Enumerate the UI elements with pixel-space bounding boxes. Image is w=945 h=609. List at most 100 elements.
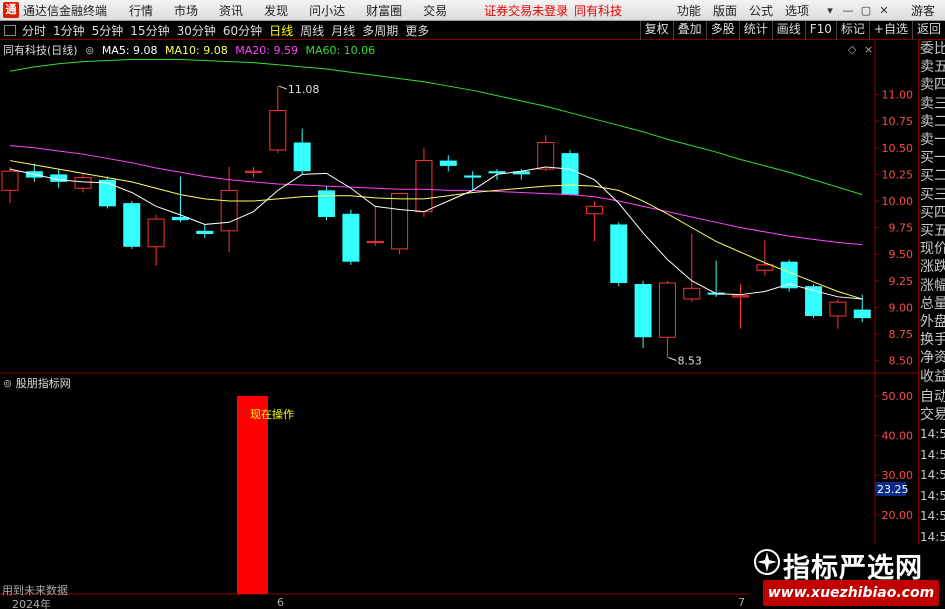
quote-field-14: 总量 bbox=[920, 295, 945, 312]
candle-body-18 bbox=[439, 160, 457, 166]
mark-button[interactable]: 标记 bbox=[835, 20, 869, 40]
tick-time-0: 14:56 bbox=[920, 427, 945, 442]
tab-30min[interactable]: 30分钟 bbox=[177, 22, 216, 39]
add-watchlist-button[interactable]: +自选 bbox=[868, 20, 912, 40]
quote-field-6: 买一 bbox=[920, 150, 945, 167]
time-axis-mark-6: 6 bbox=[277, 596, 284, 609]
quote-field-3: 卖三 bbox=[920, 95, 945, 112]
candle-body-34 bbox=[829, 301, 847, 317]
tab-monthly[interactable]: 月线 bbox=[331, 22, 355, 39]
maximize-icon[interactable]: ▢ bbox=[857, 4, 875, 17]
ind-tick-label-0: 50.00 bbox=[882, 390, 914, 403]
multi-stock-button[interactable]: 多股 bbox=[705, 20, 739, 40]
user-guest[interactable]: 游客 bbox=[911, 2, 935, 19]
candle-body-6 bbox=[147, 218, 165, 248]
back-button[interactable]: 返回 bbox=[911, 20, 945, 40]
quote-panel: 委比卖五卖四卖三卖二卖一买一买二买三买四买五现价涨跌涨幅总量外盘换手净资收益 自… bbox=[918, 40, 945, 609]
quote-field-9: 买四 bbox=[920, 204, 945, 221]
candle-body-35 bbox=[853, 309, 871, 319]
ma60-label: MA60: 10.06 bbox=[305, 44, 376, 57]
quote-field-1: 卖五 bbox=[920, 59, 945, 76]
tick-time-1: 14:56 bbox=[920, 447, 945, 462]
price-tick-label-5: 9.75 bbox=[889, 222, 914, 235]
candle-body-12 bbox=[293, 142, 311, 172]
quote-field-17: 净资 bbox=[920, 350, 945, 367]
quote-field-15: 外盘 bbox=[920, 314, 945, 331]
legend-circle-icon[interactable]: ⊚ bbox=[85, 44, 94, 57]
quote-section2-0[interactable]: 自动 bbox=[919, 388, 945, 406]
tab-more[interactable]: 更多 bbox=[405, 22, 429, 39]
tab-5min[interactable]: 5分钟 bbox=[92, 22, 124, 39]
menu-faxian[interactable]: 发现 bbox=[264, 2, 288, 19]
menu-jiaoyi[interactable]: 交易 bbox=[423, 2, 447, 19]
indicator-legend: ⊚ 股朋指标网 bbox=[3, 375, 71, 391]
quote-field-8: 买三 bbox=[920, 186, 945, 203]
menu-gongneng[interactable]: 功能 bbox=[677, 2, 701, 19]
close-icon[interactable]: ✕ bbox=[875, 4, 893, 17]
tab-weekly[interactable]: 周线 bbox=[300, 22, 324, 39]
menu-gongshi[interactable]: 公式 bbox=[749, 2, 773, 19]
layout-toggle-icon[interactable] bbox=[4, 24, 16, 36]
menu-bar: 通 通达信金融终端 行情 市场 资讯 发现 问小达 财富圈 交易 证券交易未登录… bbox=[0, 0, 945, 21]
minimize-icon[interactable]: — bbox=[839, 4, 857, 17]
draw-line-button[interactable]: 画线 bbox=[771, 20, 805, 40]
candle-body-23 bbox=[561, 153, 579, 195]
candle-body-0 bbox=[1, 170, 19, 191]
chart-close-icon: × bbox=[864, 43, 873, 56]
ind-tick-label-1: 40.00 bbox=[882, 430, 914, 443]
tab-60min[interactable]: 60分钟 bbox=[223, 22, 262, 39]
dropdown-icon[interactable]: ▾ bbox=[821, 4, 839, 17]
tab-15min[interactable]: 15分钟 bbox=[130, 22, 169, 39]
candle-body-30 bbox=[732, 295, 749, 298]
ma-legend: 同有科技(日线) ⊚ MA5: 9.08 MA10: 9.08 MA20: 9.… bbox=[3, 42, 379, 58]
price-tick-label-7: 9.25 bbox=[889, 275, 914, 288]
menu-caifuquan[interactable]: 财富圈 bbox=[366, 2, 402, 19]
tab-1min[interactable]: 1分钟 bbox=[53, 22, 85, 39]
menu-xuanxiang[interactable]: 选项 bbox=[785, 2, 809, 19]
kline-chart[interactable]: ◇ × 11.00 10.75 10.50 10.25 10.00 9.75 9.50 9.25… bbox=[0, 40, 918, 609]
menu-zixun[interactable]: 资讯 bbox=[219, 2, 243, 19]
price-tick-label-1: 10.75 bbox=[882, 115, 914, 128]
price-tick-label-4: 10.00 bbox=[882, 195, 914, 208]
low-annotation-arrow bbox=[668, 357, 677, 361]
signal-text: 现在操作 bbox=[250, 407, 294, 421]
low-annotation-label: 8.53 bbox=[677, 354, 702, 367]
watermark-emblem-icon bbox=[754, 549, 780, 575]
quote-field-0: 委比 bbox=[920, 41, 945, 57]
candle-body-9 bbox=[220, 189, 238, 232]
tick-time-2: 14:56 bbox=[920, 468, 945, 483]
candle-body-25 bbox=[610, 224, 628, 283]
overlay-button[interactable]: 叠加 bbox=[672, 20, 706, 40]
stats-button[interactable]: 统计 bbox=[738, 20, 772, 40]
menu-wenxiaoda[interactable]: 问小达 bbox=[309, 2, 345, 19]
quote-section2-1[interactable]: 交易 bbox=[919, 406, 945, 424]
menu-banmian[interactable]: 版面 bbox=[713, 2, 737, 19]
fuquan-button[interactable]: 复权 bbox=[639, 20, 673, 40]
chart-settings-icon: ◇ bbox=[848, 43, 857, 56]
indicator-circle-icon[interactable]: ⊚ bbox=[3, 377, 12, 390]
tab-fenshi[interactable]: 分时 bbox=[22, 22, 46, 39]
tick-time-3: 14:56 bbox=[920, 488, 945, 503]
price-tick-label-0: 11.00 bbox=[882, 89, 914, 102]
high-annotation-label: 11.08 bbox=[288, 83, 320, 96]
candle-body-19 bbox=[464, 175, 482, 178]
ma5-label: MA5: 9.08 bbox=[101, 44, 158, 57]
quote-field-4: 卖二 bbox=[920, 113, 945, 130]
tab-multi-period[interactable]: 多周期 bbox=[362, 22, 398, 39]
high-annotation-arrow bbox=[278, 85, 288, 90]
price-tick-label-10: 8.50 bbox=[889, 355, 914, 368]
quote-field-11: 现价 bbox=[920, 241, 945, 258]
quote-field-13: 涨幅 bbox=[920, 277, 945, 294]
menu-shichang[interactable]: 市场 bbox=[174, 2, 198, 19]
candle-body-17 bbox=[415, 160, 433, 213]
price-tick-label-3: 10.25 bbox=[882, 168, 914, 181]
menu-hangqing[interactable]: 行情 bbox=[129, 2, 153, 19]
trade-login-status[interactable]: 证券交易未登录 bbox=[484, 2, 568, 19]
candle-body-16 bbox=[391, 193, 409, 250]
f10-button[interactable]: F10 bbox=[804, 20, 836, 40]
quote-field-2: 卖四 bbox=[920, 77, 945, 94]
candle-body-24 bbox=[585, 205, 603, 215]
tab-daily[interactable]: 日线 bbox=[269, 22, 293, 39]
app-title: 通达信金融终端 bbox=[23, 3, 108, 18]
ma10-label: MA10: 9.08 bbox=[165, 44, 228, 57]
